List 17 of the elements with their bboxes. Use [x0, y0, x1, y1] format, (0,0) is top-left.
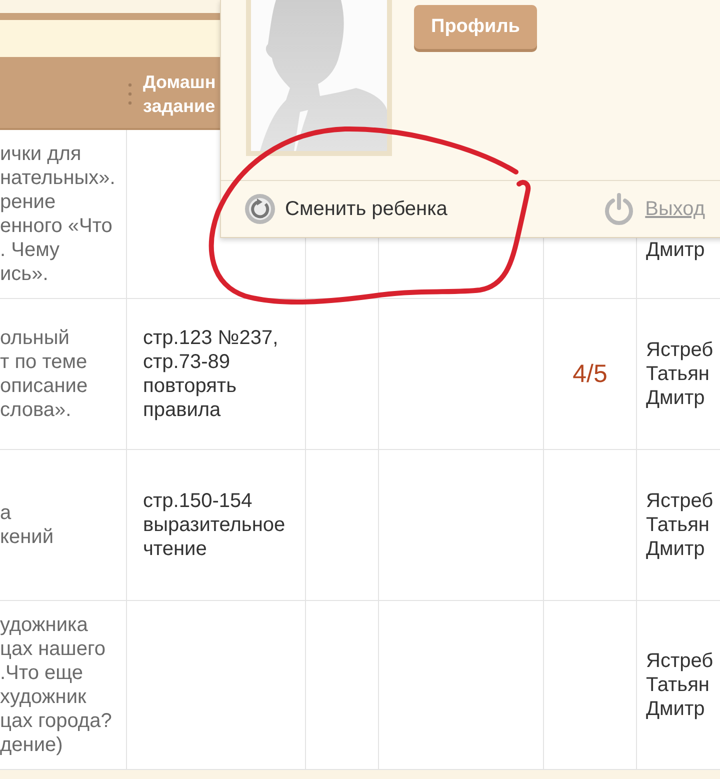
column-grip-icon[interactable]: [128, 82, 132, 104]
lesson-topic-text: ольный т по теме описание слова».: [0, 326, 88, 422]
power-icon[interactable]: [603, 193, 636, 225]
logout-link[interactable]: Выход: [645, 198, 705, 220]
teacher-name-text: Ястреб Татьян Дмитр: [646, 649, 714, 721]
switch-child-link[interactable]: Сменить ребенка: [285, 198, 448, 220]
homework-text: стр.123 №237, стр.73-89 повторять правила: [143, 326, 278, 422]
profile-button[interactable]: Профиль: [414, 5, 537, 49]
lesson-topic-text: ички для нательных». рение енного «Что . Чему ись».: [0, 142, 116, 286]
column-heading: Домашн задание: [143, 70, 216, 118]
grade-text: 4/5: [572, 359, 608, 389]
homework-text: стр.150-154 выразительное чтение: [143, 489, 286, 561]
teacher-name-text: Ястреб Татьян Дмитр: [646, 489, 714, 561]
teacher-name-text: Дмитр: [646, 238, 705, 262]
teacher-name-text: Ястреб Татьян Дмитр: [646, 338, 714, 410]
lesson-topic-text: а кений: [0, 501, 54, 549]
lesson-topic-text: удожника цах нашего .Что еще художник цах города? дение): [0, 613, 112, 757]
